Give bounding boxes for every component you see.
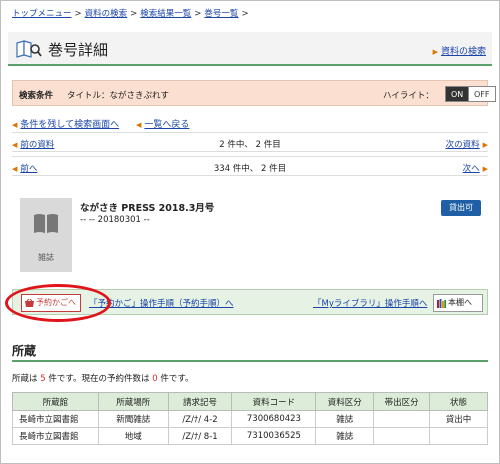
- item-nav-row: 2 件中、 2 件目 ◀ 前の資料 次の資料 ▶: [12, 132, 488, 152]
- arrow-right-icon: ▶: [432, 48, 438, 56]
- loan-type-cell: [373, 410, 431, 428]
- to-search-link[interactable]: ▶ 資料の検索: [433, 44, 486, 57]
- call-number-cell: /Z/ﾅ/ 4-2: [167, 410, 233, 428]
- breadcrumb-sep: >: [194, 9, 202, 19]
- table-row: 長崎市立図書館 地域 /Z/ﾅ/ 8-1 7310036525 雑誌: [12, 427, 488, 445]
- next-item-link[interactable]: 次の資料 ▶: [446, 138, 488, 150]
- prev-page-link[interactable]: ◀ 前へ: [12, 162, 37, 174]
- next-page-link-text[interactable]: 次へ: [463, 164, 480, 174]
- arrow-left-icon: ◀: [12, 165, 18, 173]
- highlight-circle: [5, 284, 111, 322]
- item-type-label: 雑誌: [38, 253, 54, 262]
- status-badge: 貸出可: [441, 200, 481, 216]
- breadcrumb-issues[interactable]: 巻号一覧: [204, 9, 238, 19]
- table-row: 長崎市立図書館 新聞雑誌 /Z/ﾅ/ 4-2 7300680423 雑誌 貸出中: [12, 410, 488, 428]
- search-conditions-box: 検索条件 タイトル：ながさきぷれす ハイライト： ON OFF: [12, 80, 496, 106]
- back-to-list-link[interactable]: ◀ 一覧へ戻る: [136, 120, 189, 130]
- item-code-cell: 7300680423: [231, 410, 317, 428]
- book-search-icon: [16, 40, 42, 58]
- arrow-left-icon: ◀: [12, 141, 18, 149]
- breadcrumb-sep: >: [74, 9, 82, 19]
- library-cell: 長崎市立図書館: [12, 410, 99, 428]
- holdings-summary: 所蔵は 5 件です。現在の予約件数は 0 件です。: [12, 372, 193, 384]
- column-header: 資料コード: [231, 392, 317, 411]
- column-header: 請求記号: [167, 392, 233, 411]
- action-links: ◀ 条件を残して検索画面へ ◀ 一覧へ戻る: [12, 117, 203, 130]
- breadcrumb-top-menu[interactable]: トップメニュー: [12, 9, 72, 19]
- page-nav-row: 334 件中、 2 件目 ◀ 前へ 次へ ▶: [12, 156, 488, 176]
- call-number-cell: /Z/ﾅ/ 8-1: [167, 427, 233, 445]
- prev-item-link-text[interactable]: 前の資料: [20, 140, 54, 150]
- prev-page-link-text[interactable]: 前へ: [20, 164, 37, 174]
- search-conditions-text: タイトル：ながさきぷれす: [67, 91, 170, 101]
- highlight-label: ハイライト：: [383, 91, 434, 101]
- arrow-left-icon: ◀: [136, 121, 142, 129]
- bookshelf-icon: [437, 299, 446, 308]
- title-bar: 巻号詳細 ▶ 資料の検索: [8, 32, 492, 66]
- page-position-text: 334 件中、 2 件目: [213, 164, 287, 174]
- item-code-cell: 7310036525: [231, 427, 317, 445]
- keep-conditions-link-text[interactable]: 条件を残して検索画面へ: [20, 120, 119, 130]
- breadcrumb-results[interactable]: 検索結果一覧: [140, 9, 191, 19]
- location-cell: 新聞雑誌: [97, 410, 169, 428]
- item-thumbnail: 雑誌: [20, 198, 72, 272]
- breadcrumb-sep: >: [130, 9, 138, 19]
- table-header-row: 所蔵館 所蔵場所 請求記号 資料コード 資料区分 帯出区分 状態: [12, 392, 488, 411]
- to-search-link-text[interactable]: 資料の検索: [441, 47, 486, 57]
- holdings-count: 5: [40, 374, 46, 384]
- mylibrary-help-link[interactable]: 「Myライブラリ」操作手順へ: [313, 297, 427, 309]
- search-conditions-label: 検索条件: [19, 91, 54, 101]
- holdings-divider: [12, 360, 488, 362]
- highlight-on-button[interactable]: ON: [445, 86, 470, 102]
- page-title: 巻号詳細: [48, 41, 109, 59]
- next-item-link-text[interactable]: 次の資料: [446, 140, 480, 150]
- back-to-list-link-text[interactable]: 一覧へ戻る: [144, 120, 189, 130]
- holdings-heading: 所蔵: [12, 344, 37, 358]
- add-to-shelf-button[interactable]: 本棚へ: [433, 294, 483, 312]
- item-title: ながさき PRESS 2018.3月号: [80, 203, 215, 214]
- breadcrumb: トップメニュー > 資料の検索 > 検索結果一覧 > 巻号一覧 >: [12, 7, 252, 19]
- loan-type-cell: [373, 427, 431, 445]
- column-header: 所蔵場所: [97, 392, 169, 411]
- material-type-cell: 雑誌: [315, 427, 375, 445]
- summary-suffix: 件です。: [160, 374, 194, 384]
- highlight-off-button[interactable]: OFF: [468, 86, 496, 102]
- breadcrumb-search[interactable]: 資料の検索: [85, 9, 128, 19]
- summary-mid: 件です。現在の予約件数は: [48, 374, 150, 384]
- item-position-text: 2 件中、 2 件目: [219, 140, 281, 150]
- breadcrumb-sep: >: [241, 9, 249, 19]
- next-page-link[interactable]: 次へ ▶: [463, 162, 488, 174]
- item-date: -- -- 20180301 --: [80, 215, 150, 225]
- column-header: 帯出区分: [373, 392, 431, 411]
- column-header: 所蔵館: [12, 392, 99, 411]
- arrow-left-icon: ◀: [12, 121, 18, 129]
- keep-conditions-link[interactable]: ◀ 条件を残して検索画面へ: [12, 120, 119, 130]
- arrow-right-icon: ▶: [482, 141, 488, 149]
- column-header: 状態: [429, 392, 488, 411]
- arrow-right-icon: ▶: [482, 165, 488, 173]
- status-cell: 貸出中: [429, 410, 488, 428]
- reservation-count: 0: [152, 374, 158, 384]
- open-book-icon: [34, 214, 58, 233]
- location-cell: 地域: [97, 427, 169, 445]
- column-header: 資料区分: [315, 392, 375, 411]
- library-cell: 長崎市立図書館: [12, 427, 99, 445]
- add-to-shelf-label: 本棚へ: [448, 298, 472, 307]
- material-type-cell: 雑誌: [315, 410, 375, 428]
- status-cell: [429, 427, 488, 445]
- prev-item-link[interactable]: ◀ 前の資料: [12, 138, 54, 150]
- holdings-table: 所蔵館 所蔵場所 請求記号 資料コード 資料区分 帯出区分 状態 長崎市立図書館…: [12, 392, 488, 445]
- summary-prefix: 所蔵は: [12, 374, 38, 384]
